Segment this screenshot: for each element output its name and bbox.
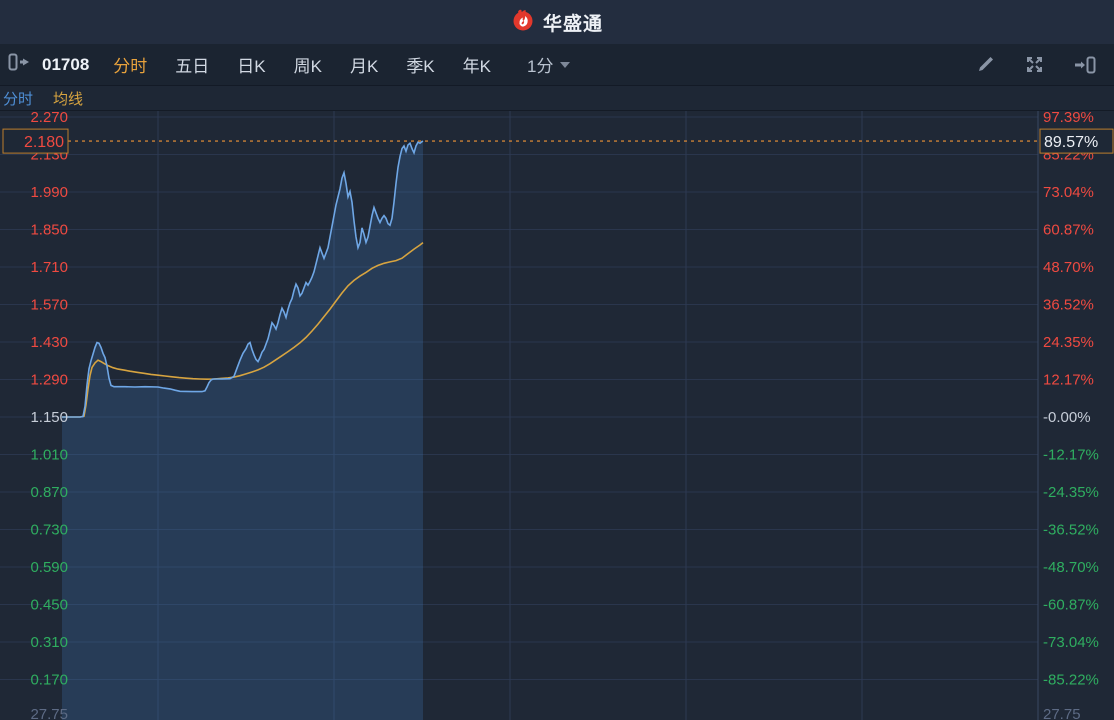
svg-text:-12.17%: -12.17% xyxy=(1043,447,1099,464)
app-title: 华盛通 xyxy=(543,9,603,36)
fullscreen-icon[interactable] xyxy=(1025,55,1044,74)
svg-text:27.75: 27.75 xyxy=(30,706,68,720)
svg-text:0.310: 0.310 xyxy=(30,634,68,651)
svg-text:1.010: 1.010 xyxy=(30,447,68,464)
expand-right-icon[interactable] xyxy=(1074,56,1096,74)
app-header: 华盛通 xyxy=(0,0,1114,44)
svg-text:0.590: 0.590 xyxy=(30,559,68,576)
svg-text:-36.52%: -36.52% xyxy=(1043,522,1099,539)
svg-text:27.75: 27.75 xyxy=(1043,706,1081,720)
svg-text:2.270: 2.270 xyxy=(30,111,68,126)
svg-text:89.57%: 89.57% xyxy=(1044,134,1098,151)
svg-text:1.850: 1.850 xyxy=(30,222,68,239)
svg-text:-0.00%: -0.00% xyxy=(1043,409,1091,426)
svg-text:2.180: 2.180 xyxy=(24,134,64,151)
tab-yuek[interactable]: 月K xyxy=(336,52,392,77)
tab-wuri[interactable]: 五日 xyxy=(161,52,223,77)
tab-fenshi[interactable]: 分时 xyxy=(99,52,161,77)
legend-item-junxian-line[interactable]: 均线 xyxy=(53,88,83,109)
interval-selector[interactable]: 1分 xyxy=(527,52,570,77)
chevron-down-icon xyxy=(560,62,570,68)
tab-rik[interactable]: 日K xyxy=(223,52,279,77)
minute-chart[interactable]: 2.2702.1301.9901.8501.7101.5701.4301.290… xyxy=(0,111,1114,720)
svg-text:0.870: 0.870 xyxy=(30,484,68,501)
svg-text:-60.87%: -60.87% xyxy=(1043,597,1099,614)
svg-text:1.290: 1.290 xyxy=(30,372,68,389)
svg-text:12.17%: 12.17% xyxy=(1043,372,1094,389)
chart-area: 2.2702.1301.9901.8501.7101.5701.4301.290… xyxy=(0,111,1114,720)
svg-text:1.570: 1.570 xyxy=(30,297,68,314)
legend-item-fenshi-line[interactable]: 分时 xyxy=(3,88,33,109)
svg-text:97.39%: 97.39% xyxy=(1043,111,1094,126)
svg-text:48.70%: 48.70% xyxy=(1043,259,1094,276)
svg-text:0.730: 0.730 xyxy=(30,522,68,539)
tab-zhouk[interactable]: 周K xyxy=(280,52,336,77)
svg-text:-24.35%: -24.35% xyxy=(1043,484,1099,501)
interval-label: 1分 xyxy=(527,52,553,77)
edit-icon[interactable] xyxy=(976,55,995,74)
chart-toolbar: 01708 分时五日日K周K月K季K年K 1分 xyxy=(0,44,1114,86)
tab-niank[interactable]: 年K xyxy=(449,52,505,77)
svg-text:0.450: 0.450 xyxy=(30,597,68,614)
svg-text:73.04%: 73.04% xyxy=(1043,184,1094,201)
svg-text:24.35%: 24.35% xyxy=(1043,334,1094,351)
svg-text:1.990: 1.990 xyxy=(30,184,68,201)
tab-jik[interactable]: 季K xyxy=(392,52,448,77)
svg-text:-85.22%: -85.22% xyxy=(1043,672,1099,689)
toolbar-right-icons xyxy=(976,55,1102,74)
svg-text:60.87%: 60.87% xyxy=(1043,222,1094,239)
svg-text:-48.70%: -48.70% xyxy=(1043,559,1099,576)
svg-text:0.170: 0.170 xyxy=(30,672,68,689)
toolbar-tabs: 分时五日日K周K月K季K年K xyxy=(99,52,505,77)
svg-text:1.150: 1.150 xyxy=(30,409,68,426)
svg-text:1.710: 1.710 xyxy=(30,259,68,276)
chart-legend: 分时均线 xyxy=(0,86,1114,111)
svg-text:-73.04%: -73.04% xyxy=(1043,634,1099,651)
svg-text:36.52%: 36.52% xyxy=(1043,297,1094,314)
flame-logo-icon xyxy=(511,8,535,37)
stock-code: 01708 xyxy=(42,55,89,75)
svg-text:1.430: 1.430 xyxy=(30,334,68,351)
collapse-left-icon[interactable] xyxy=(8,53,30,76)
